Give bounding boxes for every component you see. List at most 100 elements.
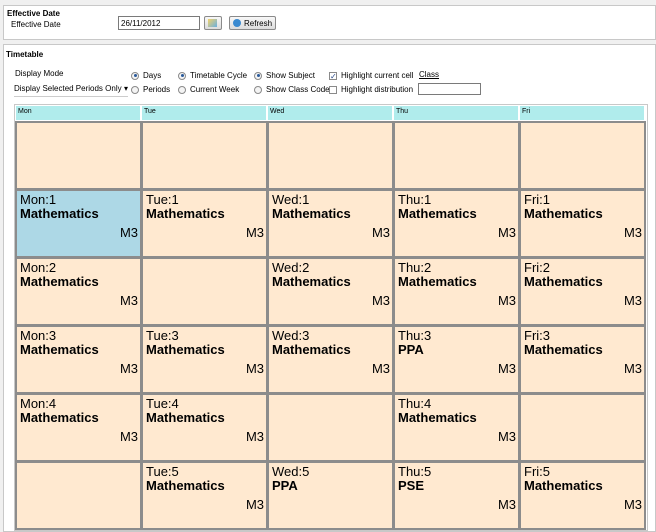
period-label: Mon:3 xyxy=(20,328,57,343)
period-label: Tue:5 xyxy=(146,464,179,479)
day-header-mon: Mon xyxy=(16,106,140,120)
timetable-cell[interactable]: Wed:2 Mathematics M3 xyxy=(267,257,394,326)
timetable-cell[interactable]: Tue:4 Mathematics M3 xyxy=(141,393,268,462)
period-label: Fri:2 xyxy=(524,260,550,275)
timetable-cell[interactable]: Fri:2 Mathematics M3 xyxy=(519,257,646,326)
period-label: Thu:1 xyxy=(398,192,432,207)
period-label: Thu:2 xyxy=(398,260,432,275)
timetable-cell[interactable] xyxy=(519,393,646,462)
display-mode-value: Display Selected Periods Only xyxy=(14,84,122,93)
timetable-cell[interactable] xyxy=(393,121,520,190)
subject-label: Mathematics xyxy=(146,478,225,493)
subject-label: Mathematics xyxy=(524,206,603,221)
refresh-icon xyxy=(233,19,241,27)
period-label: Wed:3 xyxy=(272,328,310,343)
timetable-cell[interactable]: Thu:1 Mathematics M3 xyxy=(393,189,520,258)
timetable-cell[interactable]: Thu:5 PSE M3 xyxy=(393,461,520,530)
display-mode-label: Display Mode xyxy=(15,69,64,78)
timetable-cell[interactable] xyxy=(15,121,142,190)
room-label: M3 xyxy=(371,225,390,240)
radio-show-class-code[interactable]: Show Class Code xyxy=(254,85,330,94)
timetable-cell[interactable]: Tue:1 Mathematics M3 xyxy=(141,189,268,258)
subject-label: Mathematics xyxy=(20,410,99,425)
period-label: Fri:1 xyxy=(524,192,550,207)
period-label: Tue:3 xyxy=(146,328,179,343)
refresh-button[interactable]: Refresh xyxy=(229,16,277,30)
timetable-cell[interactable]: Thu:4 Mathematics M3 xyxy=(393,393,520,462)
timetable-cell[interactable]: Mon:4 Mathematics M3 xyxy=(15,393,142,462)
subject-label: Mathematics xyxy=(20,274,99,289)
effective-date-title: Effective Date xyxy=(7,9,60,18)
calendar-button[interactable] xyxy=(204,16,222,30)
room-label: M3 xyxy=(497,429,516,444)
timetable-cell[interactable]: Mon:3 Mathematics M3 xyxy=(15,325,142,394)
period-label: Thu:3 xyxy=(398,328,432,343)
timetable-cell[interactable]: Fri:3 Mathematics M3 xyxy=(519,325,646,394)
period-label: Mon:1 xyxy=(20,192,57,207)
timetable-cell[interactable]: Wed:5 PPA xyxy=(267,461,394,530)
subject-label: Mathematics xyxy=(20,206,99,221)
room-label: M3 xyxy=(245,429,264,444)
highlight-distribution-checkbox[interactable]: Highlight distribution xyxy=(329,85,413,94)
period-label: Tue:4 xyxy=(146,396,179,411)
radio-current-week[interactable]: Current Week xyxy=(178,85,239,94)
room-label: M3 xyxy=(245,225,264,240)
calendar-icon xyxy=(208,19,217,27)
period-label: Wed:5 xyxy=(272,464,310,479)
timetable-cell[interactable]: Mon:2 Mathematics M3 xyxy=(15,257,142,326)
period-label: Wed:1 xyxy=(272,192,310,207)
highlight-current-checkbox[interactable]: ✓ Highlight current cell xyxy=(329,71,413,80)
timetable-cell[interactable]: Mon:1 Mathematics M3 xyxy=(15,189,142,258)
subject-label: Mathematics xyxy=(146,342,225,357)
room-label: M3 xyxy=(119,293,138,308)
room-label: M3 xyxy=(119,429,138,444)
timetable-cell[interactable] xyxy=(267,121,394,190)
room-label: M3 xyxy=(623,225,642,240)
radio-days[interactable]: Days xyxy=(131,71,161,80)
radio-periods[interactable]: Periods xyxy=(131,85,170,94)
period-label: Tue:1 xyxy=(146,192,179,207)
display-mode-select[interactable]: Display Selected Periods Only ▾ xyxy=(14,84,128,97)
timetable-cell[interactable] xyxy=(15,461,142,530)
room-label: M3 xyxy=(623,293,642,308)
period-label: Thu:5 xyxy=(398,464,432,479)
subject-label: Mathematics xyxy=(272,274,351,289)
timetable-cell[interactable]: Tue:3 Mathematics M3 xyxy=(141,325,268,394)
timetable-cell[interactable]: Wed:1 Mathematics M3 xyxy=(267,189,394,258)
room-label: M3 xyxy=(497,225,516,240)
timetable-cell[interactable] xyxy=(141,121,268,190)
timetable-cell[interactable]: Thu:3 PPA M3 xyxy=(393,325,520,394)
timetable-cell[interactable]: Fri:1 Mathematics M3 xyxy=(519,189,646,258)
timetable-title: Timetable xyxy=(6,50,44,59)
room-label: M3 xyxy=(623,361,642,376)
subject-label: Mathematics xyxy=(146,206,225,221)
subject-label: Mathematics xyxy=(398,206,477,221)
subject-label: Mathematics xyxy=(20,342,99,357)
class-input[interactable] xyxy=(418,83,481,95)
class-link[interactable]: Class xyxy=(419,70,439,79)
timetable-grid: Mon Tue Wed Thu Fri Mon:1 Mathematics M3 Tue:1 Ma… xyxy=(14,104,648,531)
room-label: M3 xyxy=(245,497,264,512)
room-label: M3 xyxy=(623,497,642,512)
chevron-down-icon: ▾ xyxy=(123,84,128,93)
subject-label: Mathematics xyxy=(398,274,477,289)
timetable-cell[interactable]: Tue:5 Mathematics M3 xyxy=(141,461,268,530)
subject-label: Mathematics xyxy=(272,206,351,221)
room-label: M3 xyxy=(497,361,516,376)
radio-timetable-cycle[interactable]: Timetable Cycle xyxy=(178,71,247,80)
effective-date-label: Effective Date xyxy=(11,20,61,29)
timetable-cell[interactable]: Fri:5 Mathematics M3 xyxy=(519,461,646,530)
timetable-cell[interactable]: Thu:2 Mathematics M3 xyxy=(393,257,520,326)
room-label: M3 xyxy=(371,361,390,376)
timetable-cell[interactable] xyxy=(141,257,268,326)
timetable-cell[interactable] xyxy=(267,393,394,462)
effective-date-input[interactable] xyxy=(118,16,200,30)
timetable-cell[interactable] xyxy=(519,121,646,190)
subject-label: Mathematics xyxy=(524,274,603,289)
day-header-wed: Wed xyxy=(268,106,392,120)
room-label: M3 xyxy=(497,497,516,512)
radio-show-subject[interactable]: Show Subject xyxy=(254,71,315,80)
day-header-tue: Tue xyxy=(142,106,266,120)
refresh-label: Refresh xyxy=(244,18,273,28)
timetable-cell[interactable]: Wed:3 Mathematics M3 xyxy=(267,325,394,394)
